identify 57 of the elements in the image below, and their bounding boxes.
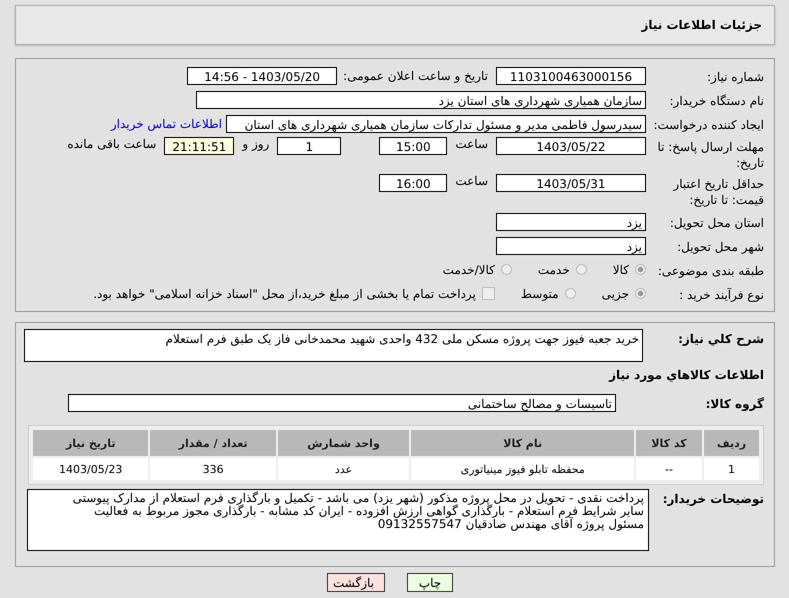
column-header: تاریخ نیاز (33, 430, 148, 456)
summary-field: خرید جعبه فیوز جهت پروژه مسکن ملی 432 واحدی شهید محمدخانی فاز یک طبق فرم استعلام (24, 329, 643, 362)
process-radio[interactable]: جزیی (602, 286, 646, 300)
note-line: پرداخت نقدی - تحویل در محل پروژه مذکور (شهر یزد) می باشد - تکمیل و بارگذاری فرم استعلام از مدارک پیوستی (72, 492, 644, 505)
deadline-time-field: 15:00 (379, 137, 448, 155)
section-heading: اطلاعات کالاهاي مورد نياز (608, 368, 764, 382)
column-header: نام کالا (411, 430, 634, 456)
table-cell: 1 (704, 458, 759, 480)
remaining-label: ساعت باقی مانده (67, 137, 156, 151)
field-label: مهلت ارسال پاسخ: تا تاریخ: (656, 139, 764, 171)
column-header: ردیف (704, 430, 759, 456)
remaining-time-field: 21:11:51 (164, 137, 234, 155)
validity-time-field: 16:00 (379, 174, 448, 192)
need-number-field: 1103100463000156 (496, 66, 646, 84)
category-radio[interactable]: خدمت (538, 262, 587, 276)
time-label: ساعت (455, 174, 488, 188)
validity-date-field: 1403/05/31 (496, 174, 646, 192)
goods-group-field: تاسیسات و مصالح ساختمانی (68, 394, 616, 412)
table-cell: 1403/05/23 (33, 458, 148, 480)
time-label: ساعت (455, 137, 488, 151)
buyer-field: سازمان همیاری شهرداری های استان یزد (196, 90, 646, 108)
field-label: توضیحات خریدار: (662, 491, 764, 507)
note-line: سایر شرایط فرم استعلام - بارگذاری گواهی ارزش افزوده - ایران کد مشابه - بارگذاری مجوز مربوط به فعالیت (94, 505, 644, 518)
city-field: یزد (496, 236, 646, 254)
column-header: تعداد / مقدار (150, 430, 276, 456)
buyer-contact-link[interactable]: اطلاعات تماس خریدار (110, 116, 222, 130)
field-label: طبقه بندی موضوعی: (656, 262, 764, 278)
field-label: شرح کلي نياز: (677, 331, 764, 347)
category-radio[interactable]: کالا/خدمت (442, 262, 512, 276)
page-title: جزئیات اطلاعات نیاز (641, 18, 762, 32)
table-cell: عدد (278, 458, 410, 480)
field-label: نوع فرآیند خرید : (678, 286, 764, 302)
province-field: یزد (496, 212, 646, 230)
field-label: شماره نیاز: (706, 68, 764, 84)
print-button[interactable]: چاپ (407, 573, 453, 592)
deadline-date-field: 1403/05/22 (496, 137, 646, 155)
days-label: روز و (242, 137, 270, 151)
field-label: گروه کالا: (704, 396, 764, 412)
requester-field: سیدرسول فاطمی مدیر و مسئول تدارکات سازمان همیاری شهرداری های استان (226, 114, 646, 132)
category-radio[interactable]: کالا (612, 262, 646, 276)
table-cell: محفظه تابلو فیوز مینیاتوری (411, 458, 634, 480)
back-button[interactable]: بازگشت (327, 573, 385, 592)
field-label: حداقل تاریخ اعتبار قیمت: تا تاریخ: (672, 176, 764, 208)
announce-date-field: 1403/05/20 - 14:56 (187, 66, 338, 84)
treasury-checkbox[interactable]: پرداخت تمام یا بخشی از مبلغ خرید،از محل "اسناد خزانه اسلامی" خواهد بود. (93, 286, 495, 300)
days-field: 1 (277, 137, 342, 155)
field-label: تاریخ و ساعت اعلان عمومی: (343, 68, 488, 82)
field-label: شهر محل تحویل: (676, 238, 764, 254)
field-label: نام دستگاه خریدار: (668, 92, 764, 108)
table-cell: -- (636, 458, 702, 480)
field-label: ایجاد کننده درخواست: (652, 116, 764, 132)
column-header: کد کالا (636, 430, 702, 456)
table-cell: 336 (150, 458, 276, 480)
column-header: واحد شمارش (278, 430, 410, 456)
process-radio[interactable]: متوسط (520, 286, 576, 300)
field-label: استان محل تحویل: (668, 214, 764, 230)
note-line: مسئول پروژه آقای مهندس صادقیان 09132557547 (378, 518, 644, 531)
